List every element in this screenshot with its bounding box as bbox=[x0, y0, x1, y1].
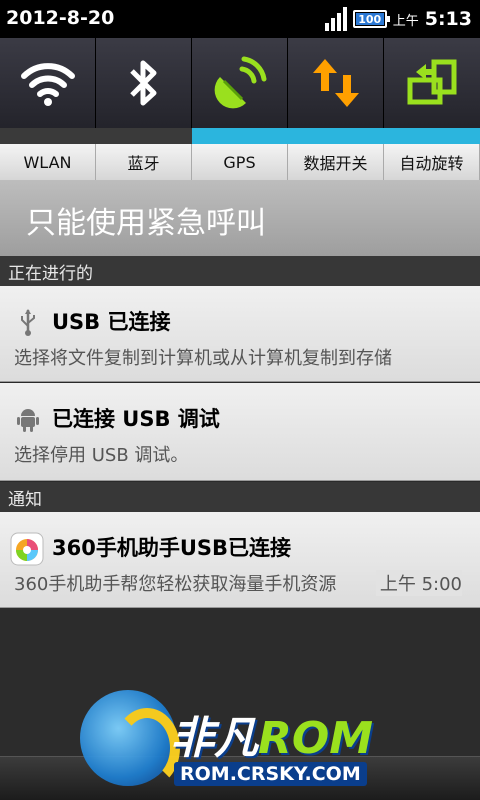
toggle-wlan-label: WLAN bbox=[0, 144, 96, 180]
toggle-wlan[interactable]: WLAN bbox=[0, 38, 96, 180]
toggle-data[interactable]: 数据开关 bbox=[288, 38, 384, 180]
status-ampm: 上午 bbox=[392, 13, 419, 29]
notification-subtitle: 360手机助手帮您轻松获取海量手机资源 bbox=[14, 574, 337, 595]
emergency-calls-only-text: 只能使用紧急呼叫 bbox=[26, 206, 266, 241]
gps-icon bbox=[192, 38, 288, 128]
rotate-icon bbox=[384, 38, 480, 128]
data-arrows-icon bbox=[288, 38, 384, 128]
notification-usb-connected[interactable]: USB 已连接 选择将文件复制到计算机或从计算机复制到存储 bbox=[0, 286, 480, 382]
carrier-banner: 只能使用紧急呼叫 bbox=[0, 180, 480, 256]
toggle-data-indicator bbox=[288, 128, 384, 144]
section-notifications: 通知 bbox=[0, 482, 480, 512]
toggle-rotate[interactable]: 自动旋转 bbox=[384, 38, 480, 180]
usb-icon bbox=[14, 308, 42, 336]
app-360-icon bbox=[10, 532, 44, 566]
status-time: 5:13 bbox=[424, 8, 472, 30]
watermark: 非凡ROM ROM.CRSKY.COM bbox=[80, 690, 410, 800]
battery-level: 100 bbox=[358, 12, 382, 26]
toggle-rotate-label: 自动旋转 bbox=[384, 144, 480, 180]
notification-time: 上午 5:00 bbox=[375, 570, 462, 596]
notification-subtitle: 选择停用 USB 调试。 bbox=[14, 445, 189, 466]
section-ongoing: 正在进行的 bbox=[0, 256, 480, 286]
toggle-gps-indicator bbox=[192, 128, 288, 144]
toggle-bluetooth-indicator bbox=[96, 128, 192, 144]
toggle-wlan-indicator bbox=[0, 128, 96, 144]
toggle-gps[interactable]: GPS bbox=[192, 38, 288, 180]
signal-icon bbox=[324, 7, 347, 31]
toggle-gps-label: GPS bbox=[192, 144, 288, 180]
notification-usb-debugging[interactable]: 已连接 USB 调试 选择停用 USB 调试。 bbox=[0, 383, 480, 481]
android-icon bbox=[14, 405, 42, 433]
bluetooth-icon bbox=[96, 38, 192, 128]
wifi-icon bbox=[0, 38, 96, 128]
watermark-url: ROM.CRSKY.COM bbox=[174, 762, 367, 786]
notification-title: 360手机助手USB已连接 bbox=[52, 536, 292, 560]
toggle-bluetooth[interactable]: 蓝牙 bbox=[96, 38, 192, 180]
toggle-data-label: 数据开关 bbox=[288, 144, 384, 180]
notification-360-assistant[interactable]: 360手机助手USB已连接 360手机助手帮您轻松获取海量手机资源 上午 5:0… bbox=[0, 512, 480, 608]
toggle-bluetooth-label: 蓝牙 bbox=[96, 144, 192, 180]
quick-toggles: WLAN 蓝牙 GPS 数据开关 自动旋转 bbox=[0, 38, 480, 180]
crsky-logo-icon bbox=[80, 690, 180, 788]
watermark-brand: 非凡ROM bbox=[170, 713, 374, 764]
battery-icon: 100 bbox=[352, 10, 390, 28]
notification-subtitle: 选择将文件复制到计算机或从计算机复制到存储 bbox=[14, 348, 392, 369]
toggle-rotate-indicator bbox=[384, 128, 480, 144]
notification-title: USB 已连接 bbox=[52, 310, 171, 334]
status-date: 2012-8-20 bbox=[6, 7, 115, 29]
status-bar: 2012-8-20 100 上午 5:13 bbox=[0, 0, 480, 38]
notification-title: 已连接 USB 调试 bbox=[52, 407, 220, 431]
status-right: 100 上午 5:13 bbox=[324, 4, 472, 34]
